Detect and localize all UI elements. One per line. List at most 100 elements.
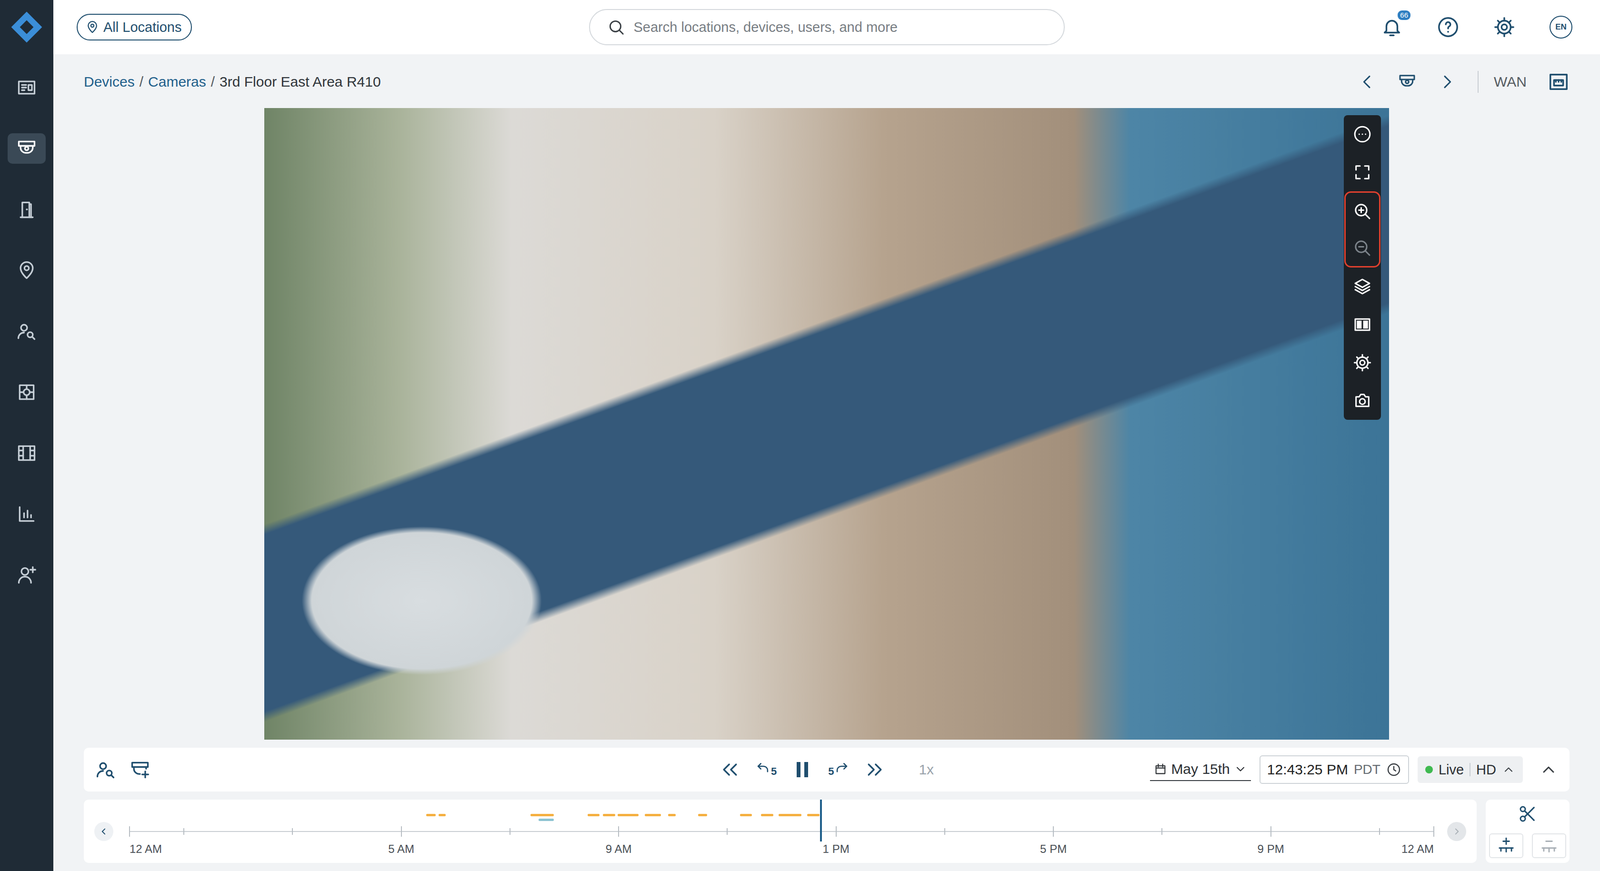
sidebar xyxy=(0,0,54,871)
quality-label: HD xyxy=(1476,762,1497,779)
collapse-button[interactable] xyxy=(1539,760,1559,780)
chevron-right-icon xyxy=(1437,72,1457,92)
live-status-dot xyxy=(1425,766,1433,774)
timeline-event[interactable] xyxy=(617,814,640,817)
rewind-button[interactable] xyxy=(719,759,741,781)
timeline-track[interactable]: 12 AM 5 AM 9 AM 1 PM 5 PM 9 PM 12 AM xyxy=(129,800,1434,864)
timeline-next-button[interactable] xyxy=(1447,822,1467,842)
header-row: Devices/ Cameras/ 3rd Floor East Area R4… xyxy=(83,68,1570,96)
sidebar-item[interactable] xyxy=(7,240,46,301)
video-frame[interactable] xyxy=(264,108,1390,740)
toolbar-button[interactable] xyxy=(1343,381,1381,420)
timeline-label: 5 PM xyxy=(1040,842,1067,857)
timeline-tick xyxy=(291,828,293,836)
timeline-previous-button[interactable] xyxy=(94,822,114,842)
sidebar-item[interactable] xyxy=(7,300,46,362)
timeline-zoom-out-icon xyxy=(1540,837,1559,856)
network-button[interactable] xyxy=(1547,70,1570,93)
sidebar-item[interactable] xyxy=(7,483,46,545)
playback-bar: 5 5 1x May 15th 12:43:25 PM PDT Live HD xyxy=(83,748,1570,792)
logo[interactable] xyxy=(9,0,44,55)
dashboard-icon xyxy=(7,72,46,103)
skip-forward-button[interactable]: 5 xyxy=(828,761,850,779)
add-camera-button[interactable] xyxy=(129,759,151,781)
timeline-tick xyxy=(1433,826,1435,838)
sidebar-item[interactable] xyxy=(7,422,46,484)
toolbar-button[interactable] xyxy=(1343,267,1381,306)
breadcrumb-separator: / xyxy=(139,73,144,90)
sidebar-item[interactable] xyxy=(7,179,46,240)
sidebar-item[interactable] xyxy=(7,118,46,180)
timeline-event[interactable] xyxy=(438,814,446,817)
sidebar-item[interactable] xyxy=(7,544,46,606)
playhead[interactable] xyxy=(820,800,822,842)
timeline-event[interactable] xyxy=(698,814,708,817)
timeline-tick xyxy=(835,826,837,838)
toolbar-button[interactable] xyxy=(1343,343,1381,382)
camera-button[interactable] xyxy=(1397,72,1417,92)
timeline-event[interactable] xyxy=(760,814,774,817)
timeline-event[interactable] xyxy=(740,814,752,817)
fast-forward-icon xyxy=(864,759,886,781)
timeline-label: 12 AM xyxy=(129,842,162,857)
gear-icon xyxy=(1352,353,1372,373)
timeline-tick xyxy=(400,826,402,838)
timeline-event[interactable] xyxy=(587,814,600,817)
clip-button[interactable] xyxy=(1518,804,1538,824)
live-quality-selector[interactable]: Live HD xyxy=(1417,756,1523,784)
timeline-tick xyxy=(1379,828,1380,836)
timeline-event[interactable] xyxy=(807,814,820,817)
breadcrumb-item[interactable]: Cameras xyxy=(148,73,207,90)
timeline-event[interactable] xyxy=(538,819,554,822)
timeline-zoom-in-button[interactable] xyxy=(1489,833,1524,859)
sidebar-item[interactable] xyxy=(7,361,46,423)
toolbar-button[interactable] xyxy=(1345,192,1380,230)
timeline-event[interactable] xyxy=(426,814,436,817)
location-pin-icon xyxy=(85,20,100,35)
search-people-button[interactable] xyxy=(95,759,117,781)
speed-button: 1x xyxy=(918,761,934,779)
breadcrumb-item[interactable]: Devices xyxy=(83,73,135,90)
add-camera-icon xyxy=(129,759,151,781)
toolbar-button[interactable] xyxy=(1343,115,1381,154)
timeline-zoom-in-icon xyxy=(1497,837,1516,856)
timeline-event[interactable] xyxy=(668,814,676,817)
toolbar-button[interactable] xyxy=(1343,305,1381,344)
chevron-up-icon xyxy=(1501,763,1516,777)
sidebar-item[interactable] xyxy=(7,57,46,119)
toolbar-button[interactable] xyxy=(1345,229,1380,267)
door-icon xyxy=(7,194,46,225)
timezone: PDT xyxy=(1353,762,1381,778)
timeline-zoom-out-button[interactable] xyxy=(1531,833,1567,859)
date-picker[interactable]: May 15th xyxy=(1150,758,1251,782)
timeline-tick xyxy=(944,828,946,836)
fast-forward-button[interactable] xyxy=(864,759,886,781)
next-camera-button[interactable] xyxy=(1437,72,1457,92)
timeline-event[interactable] xyxy=(602,814,616,817)
timeline-event[interactable] xyxy=(778,814,802,817)
language-button[interactable]: EN xyxy=(1549,15,1573,39)
timeline-tick xyxy=(183,828,185,836)
camera-icon xyxy=(7,133,46,164)
timeline-tick xyxy=(1161,828,1163,836)
timeline: 12 AM 5 AM 9 AM 1 PM 5 PM 9 PM 12 AM xyxy=(83,800,1477,864)
chevron-left-icon xyxy=(1357,72,1377,92)
play-pause-button[interactable] xyxy=(790,758,814,782)
toolbar-button[interactable] xyxy=(1343,153,1381,192)
film-icon xyxy=(7,438,46,469)
timeline-row: 12 AM 5 AM 9 AM 1 PM 5 PM 9 PM 12 AM xyxy=(83,800,1570,864)
location-button[interactable]: All Locations xyxy=(76,13,192,41)
previous-camera-button[interactable] xyxy=(1357,72,1377,92)
location-pin-icon xyxy=(7,255,46,286)
timeline-event[interactable] xyxy=(644,814,661,817)
timeline-event[interactable] xyxy=(530,814,554,817)
layers-icon xyxy=(1352,277,1372,297)
notifications-button[interactable]: 66 xyxy=(1380,16,1403,39)
skip-back-button[interactable]: 5 xyxy=(754,761,777,779)
search-field[interactable]: Search locations, devices, users, and mo… xyxy=(589,9,1065,46)
help-button[interactable] xyxy=(1437,16,1460,39)
arrow-right-icon xyxy=(1450,825,1463,839)
time-field[interactable]: 12:43:25 PM PDT xyxy=(1259,755,1410,785)
settings-button[interactable] xyxy=(1493,16,1516,39)
timeline-tick xyxy=(129,826,130,838)
